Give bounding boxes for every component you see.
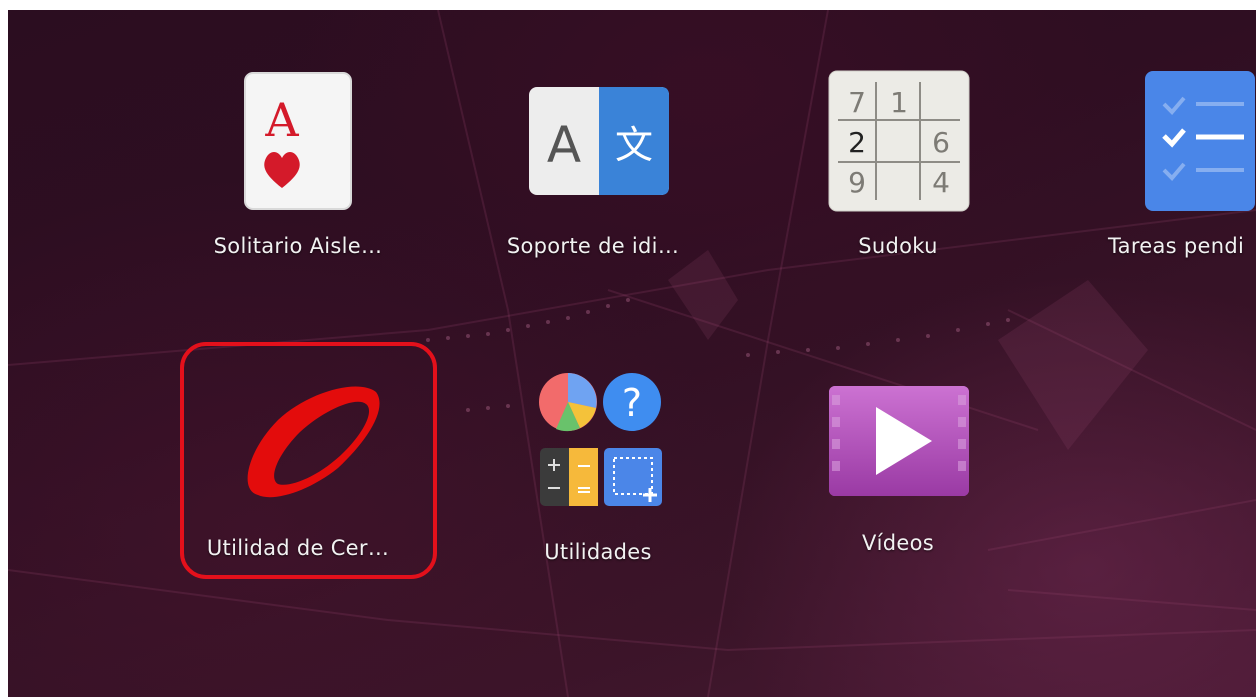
language-support-icon: A 文 <box>528 86 670 200</box>
app-label: Utilidades <box>544 540 652 564</box>
card-rank: A <box>264 93 299 147</box>
app-label: Soporte de idi… <box>506 234 680 258</box>
solitaire-card-icon: A <box>242 70 354 216</box>
help-glyph: ? <box>622 381 642 425</box>
app-videos[interactable]: Vídeos <box>778 385 1018 585</box>
app-label: Vídeos <box>861 531 935 555</box>
sudoku-cell: 1 <box>890 86 908 119</box>
glyph-a: A <box>547 116 581 174</box>
sudoku-cell: 6 <box>932 126 950 159</box>
app-utilities-folder[interactable]: ? Utilidades <box>478 370 718 570</box>
todo-checklist-icon <box>1144 70 1256 216</box>
glyph-wen: 文 <box>615 123 653 167</box>
app-label: Sudoku <box>858 234 938 258</box>
utilities-folder-icon: ? <box>528 370 668 514</box>
sudoku-cell: 9 <box>848 166 866 199</box>
app-label: Tareas pendi <box>1108 234 1245 258</box>
videos-play-icon <box>828 385 970 501</box>
app-tasks[interactable]: Tareas pendi <box>1088 70 1256 270</box>
sudoku-cell: 2 <box>848 126 866 159</box>
app-label: Solitario Aisle… <box>213 234 383 258</box>
app-solitaire[interactable]: A Solitario Aisle… <box>178 70 418 270</box>
sudoku-icon: 7 1 2 6 9 4 <box>828 70 970 216</box>
app-language-support[interactable]: A 文 Soporte de idi… <box>473 70 713 270</box>
sudoku-cell: 4 <box>932 166 950 199</box>
sudoku-cell: 7 <box>848 86 866 119</box>
highlight-annotation-box <box>180 342 437 579</box>
app-sudoku[interactable]: 7 1 2 6 9 4 Sudoku <box>778 70 1018 270</box>
